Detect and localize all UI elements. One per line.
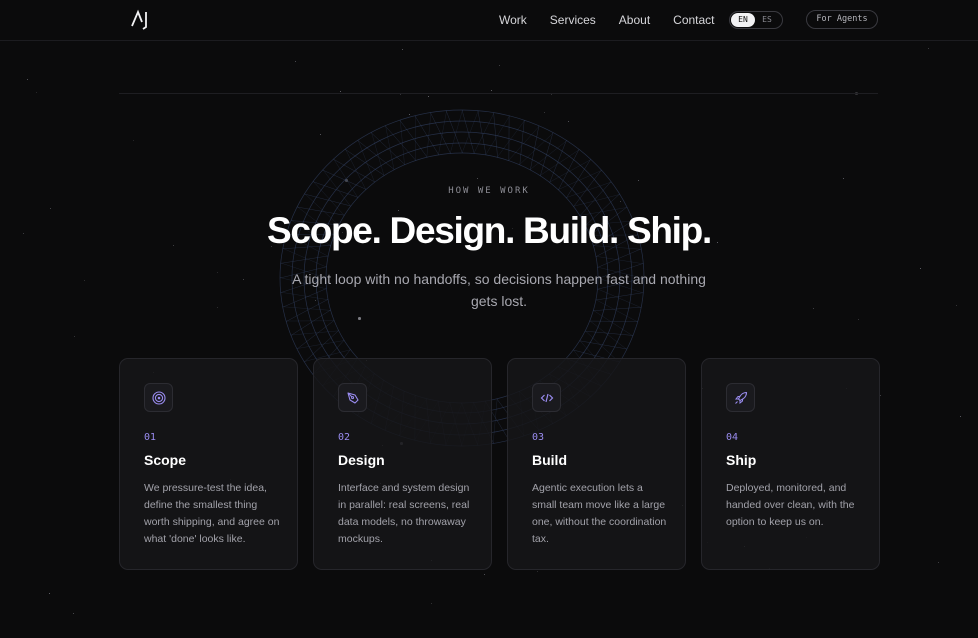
process-card-build: 03 Build Agentic execution lets a small … [507,358,686,570]
section-divider [119,93,878,94]
step-title: Design [338,452,385,468]
lang-es-button[interactable]: ES [755,13,779,27]
target-icon [151,390,166,405]
page-title: Scope. Design. Build. Ship. [267,210,712,251]
step-description: Agentic execution lets a small team move… [532,482,667,545]
main-nav: Work Services About Contact [499,12,738,28]
page-subtitle: A tight loop with no handoffs, so decisi… [292,271,706,309]
nav-link-about[interactable]: About [619,12,650,28]
nav-link-work[interactable]: Work [499,12,527,28]
step-title: Build [532,452,567,468]
step-title: Scope [144,452,187,468]
site-header: Work Services About Contact EN ES For Ag… [0,0,978,41]
lang-en-button[interactable]: EN [731,13,755,27]
step-description: Deployed, monitored, and handed over cle… [726,482,855,528]
step-number: 03 [532,432,545,443]
nav-link-contact[interactable]: Contact [673,12,714,28]
process-card-ship: 04 Ship Deployed, monitored, and handed … [701,358,880,570]
process-card-design: 02 Design Interface and system design in… [313,358,492,570]
process-card-scope: 01 Scope We pressure-test the idea, defi… [119,358,298,570]
step-number: 02 [338,432,351,443]
step-description: Interface and system design in parallel:… [338,482,470,545]
step-description: We pressure-test the idea, define the sm… [144,482,280,545]
step-title: Ship [726,452,757,468]
for-agents-button[interactable]: For Agents [806,10,878,29]
section-eyebrow: HOW WE WORK [448,186,530,196]
logo[interactable] [130,8,152,30]
process-cards: 01 Scope We pressure-test the idea, defi… [119,358,880,570]
language-toggle: EN ES [729,11,783,29]
rocket-icon [734,391,747,404]
step-number: 01 [144,432,157,443]
nav-link-services[interactable]: Services [550,12,596,28]
pen-tool-icon [346,391,359,404]
step-number: 04 [726,432,739,443]
code-icon [540,393,553,402]
